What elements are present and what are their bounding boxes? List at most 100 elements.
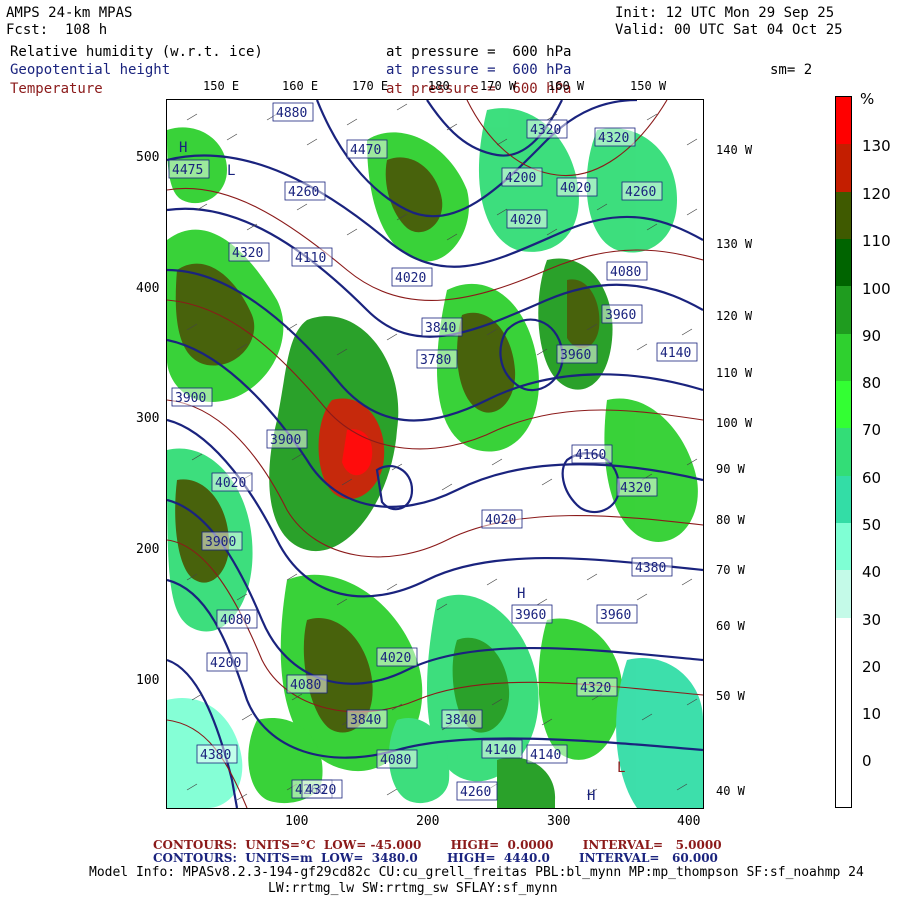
svg-text:4020: 4020	[560, 181, 591, 196]
svg-text:4080: 4080	[290, 678, 321, 693]
x-tick: 200	[416, 814, 440, 829]
lon-label-right: 70 W	[716, 563, 745, 577]
colorbar-segment	[836, 286, 851, 335]
height-label: 4380	[196, 744, 238, 764]
height-label: 4140	[656, 342, 698, 362]
colorbar-label: 120	[862, 185, 891, 203]
svg-text:4320: 4320	[580, 681, 611, 696]
lon-label-right: 50 W	[716, 689, 745, 703]
colorbar-segment	[836, 570, 851, 619]
x-tick: 100	[285, 814, 309, 829]
forecast-hour: Fcst: 108 h	[6, 22, 108, 38]
colorbar-label: 10	[862, 705, 882, 723]
svg-text:4880: 4880	[276, 106, 307, 121]
colorbar-label: 110	[862, 232, 891, 250]
lon-label-right: 120 W	[716, 309, 753, 323]
svg-text:4020: 4020	[215, 476, 246, 491]
colorbar-label: 50	[862, 516, 882, 534]
height-label: 4080	[216, 609, 258, 629]
svg-text:4080: 4080	[610, 265, 641, 280]
lon-label-right: 130 W	[716, 237, 753, 251]
height-label: 3840	[441, 709, 483, 729]
svg-text:3900: 3900	[175, 391, 206, 406]
field-height-label: Geopotential height	[10, 62, 171, 78]
svg-text:4260: 4260	[288, 185, 319, 200]
svg-text:4020: 4020	[485, 513, 516, 528]
colorbar-segment	[836, 665, 851, 713]
svg-text:3900: 3900	[205, 535, 236, 550]
svg-text:4020: 4020	[395, 271, 426, 286]
pressure-level-1: at pressure = 600 hPa	[386, 44, 572, 60]
lon-label-right: 40 W	[716, 784, 745, 798]
height-label: 4320	[594, 127, 636, 147]
colorbar-segment	[836, 712, 851, 761]
lon-label-top: 150 W	[630, 79, 667, 93]
y-tick: 200	[136, 542, 160, 557]
height-label: 4020	[391, 267, 433, 287]
y-tick: 300	[136, 411, 160, 426]
colorbar-segment	[836, 97, 851, 145]
lon-label-top: 170 E	[352, 79, 389, 93]
lon-label-top: 180	[428, 79, 450, 93]
colorbar-segment	[836, 381, 851, 429]
colorbar-label: 80	[862, 374, 882, 392]
lon-label-top: 160 W	[548, 79, 585, 93]
temperature-contour-info: CONTOURS: UNITS=°C LOW= -45.000 HIGH= 0.…	[153, 838, 722, 852]
lon-label-right: 110 W	[716, 366, 753, 380]
height-label: 4380	[631, 557, 673, 577]
height-label: 4080	[286, 674, 328, 694]
height-label: 4140	[526, 744, 568, 764]
colorbar-segment	[836, 144, 851, 193]
svg-text:3960: 3960	[605, 308, 636, 323]
svg-text:4140: 4140	[485, 743, 516, 758]
pressure-level-2: at pressure = 600 hPa	[386, 62, 572, 78]
svg-text:3960: 3960	[600, 608, 631, 623]
height-label: 4020	[376, 647, 418, 667]
height-label: 4080	[606, 261, 648, 281]
height-label: 4020	[481, 509, 523, 529]
svg-text:4160: 4160	[575, 448, 606, 463]
weather-map: 4880 4470 4320 4320 4260 4200 4020 4020 …	[166, 99, 704, 809]
lon-label-top: 150 E	[203, 79, 240, 93]
colorbar-label: 0	[862, 752, 872, 770]
svg-text:4475: 4475	[172, 163, 203, 178]
svg-text:4320: 4320	[620, 481, 651, 496]
svg-text:4320: 4320	[305, 783, 336, 798]
colorbar-unit: %	[860, 90, 875, 108]
valid-time: Valid: 00 UTC Sat 04 Oct 25	[615, 22, 843, 38]
lon-label-right: 140 W	[716, 143, 753, 157]
height-label: 4140	[481, 739, 523, 759]
colorbar	[835, 96, 852, 808]
colorbar-segment	[836, 428, 851, 477]
svg-text:4110: 4110	[295, 251, 326, 266]
height-label: 3960	[596, 604, 638, 624]
height-label: 3900	[171, 387, 213, 407]
svg-text:4140: 4140	[660, 346, 691, 361]
pressure-level-3: at pressure = 600 hPa	[386, 81, 572, 97]
height-contour-info: CONTOURS: UNITS=m LOW= 3480.0 HIGH= 4440…	[153, 851, 718, 865]
svg-text:3900: 3900	[270, 433, 301, 448]
svg-text:4380: 4380	[635, 561, 666, 576]
y-tick: 400	[136, 281, 160, 296]
colorbar-segment	[836, 617, 851, 666]
colorbar-segment	[836, 523, 851, 571]
height-label: 4160	[571, 444, 613, 464]
colorbar-segment	[836, 191, 851, 240]
height-label: 4320	[526, 119, 568, 139]
height-label: 4320	[616, 477, 658, 497]
low-center-marker: L	[617, 760, 625, 776]
y-tick: 100	[136, 673, 160, 688]
model-info-line2: LW:rrtmg_lw SW:rrtmg_sw SFLAY:sf_mynn	[268, 881, 558, 896]
colorbar-label: 130	[862, 137, 891, 155]
height-label: 4475	[168, 159, 210, 179]
svg-text:3960: 3960	[515, 608, 546, 623]
y-tick: 500	[136, 150, 160, 165]
height-label: 4260	[621, 181, 663, 201]
svg-text:4260: 4260	[460, 785, 491, 800]
svg-text:4320: 4320	[598, 131, 629, 146]
lon-label-right: 100 W	[716, 416, 753, 430]
colorbar-label: 90	[862, 327, 882, 345]
low-center-marker: L	[227, 163, 235, 179]
height-label: 4020	[556, 177, 598, 197]
colorbar-label: 100	[862, 280, 891, 298]
